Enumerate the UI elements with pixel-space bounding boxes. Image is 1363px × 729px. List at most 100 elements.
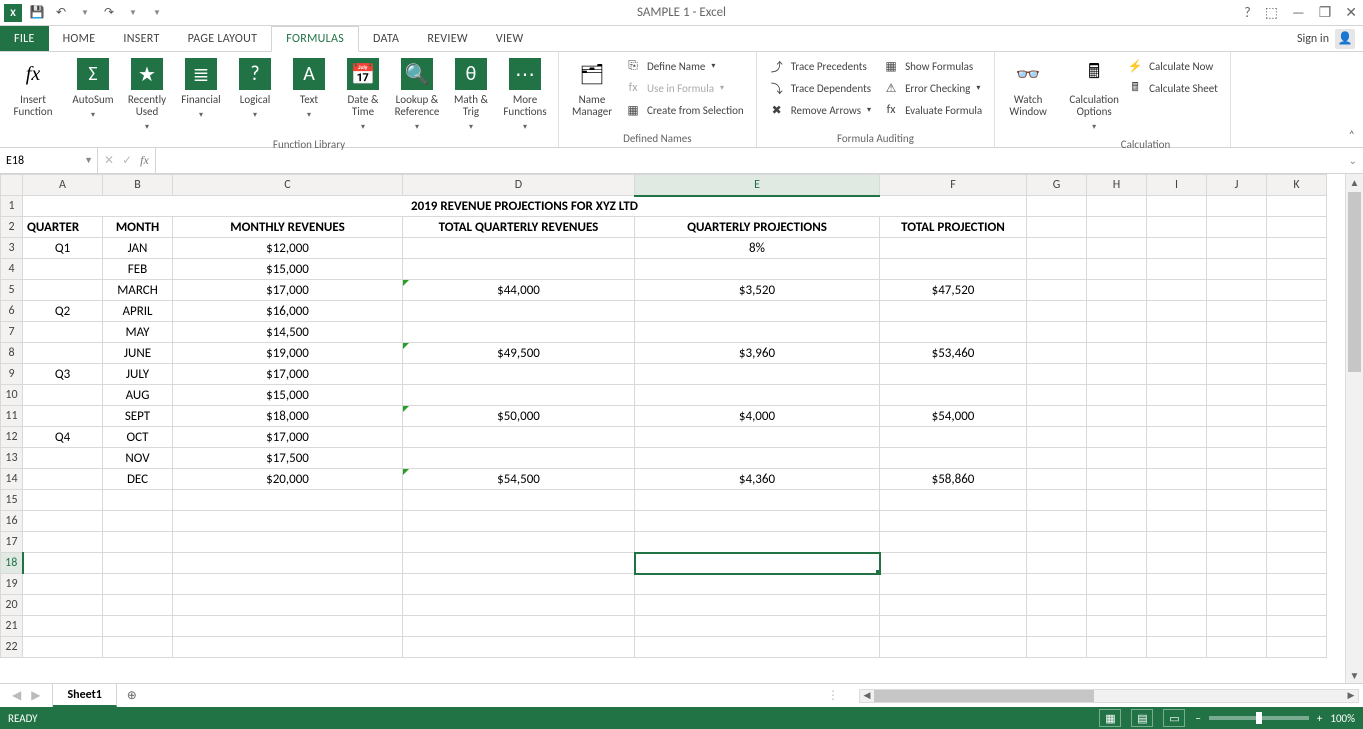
cell-B20[interactable]	[103, 595, 173, 616]
cell-D15[interactable]	[403, 490, 635, 511]
cell-D4[interactable]	[403, 259, 635, 280]
cell-K15[interactable]	[1267, 490, 1327, 511]
cell-D6[interactable]	[403, 301, 635, 322]
cell-B12[interactable]: OCT	[103, 427, 173, 448]
cell-H22[interactable]	[1087, 637, 1147, 658]
cell-J9[interactable]	[1207, 364, 1267, 385]
row-header-12[interactable]: 12	[1, 427, 23, 448]
cell-B10[interactable]: AUG	[103, 385, 173, 406]
autosum-button[interactable]: Σ AutoSum ▾	[66, 54, 120, 124]
cell-B7[interactable]: MAY	[103, 322, 173, 343]
row-header-2[interactable]: 2	[1, 217, 23, 238]
cell-G10[interactable]	[1027, 385, 1087, 406]
cell-G6[interactable]	[1027, 301, 1087, 322]
cell-G9[interactable]	[1027, 364, 1087, 385]
cell-I14[interactable]	[1147, 469, 1207, 490]
cell-H4[interactable]	[1087, 259, 1147, 280]
cell-I4[interactable]	[1147, 259, 1207, 280]
cell-J19[interactable]	[1207, 574, 1267, 595]
cell-G1[interactable]	[1027, 196, 1087, 217]
cell-E10[interactable]	[635, 385, 880, 406]
help-icon[interactable]: ?	[1244, 4, 1251, 21]
tab-data[interactable]: DATA	[359, 26, 413, 51]
cell-E15[interactable]	[635, 490, 880, 511]
cell-B17[interactable]	[103, 532, 173, 553]
cell-B5[interactable]: MARCH	[103, 280, 173, 301]
cell-F3[interactable]	[880, 238, 1027, 259]
cell-A20[interactable]	[23, 595, 103, 616]
cell-D7[interactable]	[403, 322, 635, 343]
cell-I2[interactable]	[1147, 217, 1207, 238]
cell-D14[interactable]: $54,500	[403, 469, 635, 490]
cell-A11[interactable]	[23, 406, 103, 427]
cell-B6[interactable]: APRIL	[103, 301, 173, 322]
cell-B21[interactable]	[103, 616, 173, 637]
cell-C4[interactable]: $15,000	[173, 259, 403, 280]
cell-F10[interactable]	[880, 385, 1027, 406]
cell-I22[interactable]	[1147, 637, 1207, 658]
cell-I7[interactable]	[1147, 322, 1207, 343]
cell-A2[interactable]: QUARTER	[23, 217, 103, 238]
column-header-E[interactable]: E	[635, 175, 880, 196]
cell-J13[interactable]	[1207, 448, 1267, 469]
cell-G11[interactable]	[1027, 406, 1087, 427]
sign-in-link[interactable]: Sign in 👤	[1297, 26, 1355, 51]
formula-input[interactable]: ⌄	[156, 148, 1363, 173]
show-formulas-button[interactable]: ▦Show Formulas	[881, 56, 984, 76]
cell-H20[interactable]	[1087, 595, 1147, 616]
cell-F2[interactable]: TOTAL PROJECTION	[880, 217, 1027, 238]
formula-bar-expand-icon[interactable]: ⌄	[1349, 154, 1357, 167]
row-header-5[interactable]: 5	[1, 280, 23, 301]
cell-G8[interactable]	[1027, 343, 1087, 364]
cell-B11[interactable]: SEPT	[103, 406, 173, 427]
ribbon-display-icon[interactable]: ⬚	[1265, 4, 1278, 21]
cell-E4[interactable]	[635, 259, 880, 280]
cell-J15[interactable]	[1207, 490, 1267, 511]
row-header-14[interactable]: 14	[1, 469, 23, 490]
cell-J10[interactable]	[1207, 385, 1267, 406]
cell-I18[interactable]	[1147, 553, 1207, 574]
cell-F8[interactable]: $53,460	[880, 343, 1027, 364]
cell-E16[interactable]	[635, 511, 880, 532]
cell-K8[interactable]	[1267, 343, 1327, 364]
scroll-left-icon[interactable]: ◀	[860, 690, 874, 702]
cell-B9[interactable]: JULY	[103, 364, 173, 385]
cell-C19[interactable]	[173, 574, 403, 595]
cell-A10[interactable]	[23, 385, 103, 406]
cell-D19[interactable]	[403, 574, 635, 595]
cell-A21[interactable]	[23, 616, 103, 637]
cell-I20[interactable]	[1147, 595, 1207, 616]
name-box[interactable]: E18 ▼	[0, 148, 98, 173]
cell-K9[interactable]	[1267, 364, 1327, 385]
select-all-corner[interactable]	[1, 175, 23, 196]
sheet-next-icon[interactable]: ▶	[31, 688, 40, 703]
row-header-17[interactable]: 17	[1, 532, 23, 553]
cell-H16[interactable]	[1087, 511, 1147, 532]
error-checking-button[interactable]: ⚠Error Checking ▾	[881, 78, 984, 98]
cell-B16[interactable]	[103, 511, 173, 532]
row-header-22[interactable]: 22	[1, 637, 23, 658]
cell-G5[interactable]	[1027, 280, 1087, 301]
cell-C15[interactable]	[173, 490, 403, 511]
sheet-prev-icon[interactable]: ◀	[12, 688, 21, 703]
cell-F5[interactable]: $47,520	[880, 280, 1027, 301]
cell-E14[interactable]: $4,360	[635, 469, 880, 490]
cell-G19[interactable]	[1027, 574, 1087, 595]
cell-E6[interactable]	[635, 301, 880, 322]
cell-A13[interactable]	[23, 448, 103, 469]
tab-home[interactable]: HOME	[49, 26, 110, 51]
cell-E18[interactable]	[635, 553, 880, 574]
zoom-slider[interactable]	[1209, 716, 1309, 720]
cell-F17[interactable]	[880, 532, 1027, 553]
cell-I6[interactable]	[1147, 301, 1207, 322]
cell-K12[interactable]	[1267, 427, 1327, 448]
cell-J17[interactable]	[1207, 532, 1267, 553]
name-box-dropdown-icon[interactable]: ▼	[84, 155, 93, 166]
zoom-out-icon[interactable]: −	[1195, 712, 1200, 725]
cell-A22[interactable]	[23, 637, 103, 658]
column-header-J[interactable]: J	[1207, 175, 1267, 196]
cell-F19[interactable]	[880, 574, 1027, 595]
cell-I5[interactable]	[1147, 280, 1207, 301]
column-header-G[interactable]: G	[1027, 175, 1087, 196]
tab-review[interactable]: REVIEW	[413, 26, 482, 51]
